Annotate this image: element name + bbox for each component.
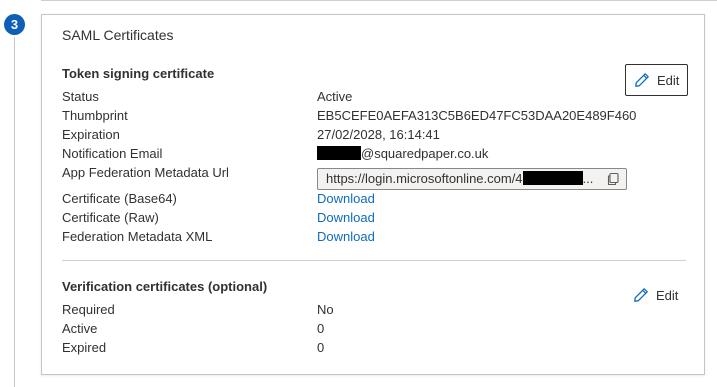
section-divider bbox=[62, 260, 686, 261]
edit-label: Edit bbox=[657, 72, 680, 88]
pencil-icon bbox=[634, 288, 648, 302]
notification-email-value: @squaredpaper.co.uk bbox=[317, 146, 488, 161]
copy-icon[interactable] bbox=[606, 172, 620, 186]
row-thumbprint: Thumbprint EB5CEFE0AEFA313C5B6ED47FC53DA… bbox=[62, 108, 682, 127]
verification-title: Verification certificates (optional) bbox=[62, 279, 268, 294]
card-title: SAML Certificates bbox=[62, 27, 174, 43]
edit-label: Edit bbox=[656, 287, 679, 303]
thumbprint-value: EB5CEFE0AEFA313C5B6ED47FC53DAA20E489F460 bbox=[317, 108, 637, 123]
row-expired: Expired 0 bbox=[62, 340, 682, 359]
row-certificate-raw: Certificate (Raw) Download bbox=[62, 210, 682, 229]
certificate-raw-label: Certificate (Raw) bbox=[62, 210, 159, 225]
row-status: Status Active bbox=[62, 89, 682, 108]
thumbprint-label: Thumbprint bbox=[62, 108, 128, 123]
row-federation-metadata-xml: Federation Metadata XML Download bbox=[62, 229, 682, 248]
required-label: Required bbox=[62, 302, 115, 317]
row-required: Required No bbox=[62, 302, 682, 321]
notification-email-label: Notification Email bbox=[62, 146, 163, 161]
federation-metadata-xml-download-link[interactable]: Download bbox=[317, 229, 375, 244]
row-metadata-url: App Federation Metadata Url https://logi… bbox=[62, 165, 682, 190]
active-label: Active bbox=[62, 321, 98, 336]
federation-metadata-xml-label: Federation Metadata XML bbox=[62, 229, 213, 244]
metadata-url-ellipsis: ... bbox=[582, 171, 594, 186]
expiration-value: 27/02/2028, 16:14:41 bbox=[317, 127, 440, 142]
metadata-url-prefix: https://login.microsoftonline.com/4 bbox=[326, 171, 523, 186]
certificate-raw-download-link[interactable]: Download bbox=[317, 210, 375, 225]
email-domain: @squaredpaper.co.uk bbox=[361, 146, 489, 161]
row-active: Active 0 bbox=[62, 321, 682, 340]
row-notification-email: Notification Email @squaredpaper.co.uk bbox=[62, 146, 682, 165]
row-certificate-base64: Certificate (Base64) Download bbox=[62, 191, 682, 210]
metadata-url-label: App Federation Metadata Url bbox=[62, 165, 229, 180]
expired-label: Expired bbox=[62, 340, 107, 355]
row-expiration: Expiration 27/02/2028, 16:14:41 bbox=[62, 127, 682, 146]
step-number-badge: 3 bbox=[4, 14, 25, 35]
saml-certificates-card: SAML Certificates Token signing certific… bbox=[41, 14, 705, 375]
metadata-url-field[interactable]: https://login.microsoftonline.com/4... bbox=[317, 168, 627, 190]
redacted-block bbox=[522, 171, 583, 185]
step-connector-line bbox=[14, 37, 15, 387]
active-value: 0 bbox=[317, 321, 325, 336]
certificate-base64-label: Certificate (Base64) bbox=[62, 191, 177, 206]
status-label: Status bbox=[62, 89, 99, 104]
top-divider bbox=[41, 0, 717, 1]
expired-value: 0 bbox=[317, 340, 325, 355]
redacted-block bbox=[317, 146, 361, 160]
verification-edit-button[interactable]: Edit bbox=[633, 287, 678, 303]
pencil-icon bbox=[635, 73, 649, 87]
expiration-label: Expiration bbox=[62, 127, 120, 142]
required-value: No bbox=[317, 302, 334, 317]
certificate-base64-download-link[interactable]: Download bbox=[317, 191, 375, 206]
token-signing-title: Token signing certificate bbox=[62, 66, 215, 81]
status-value: Active bbox=[317, 89, 353, 104]
